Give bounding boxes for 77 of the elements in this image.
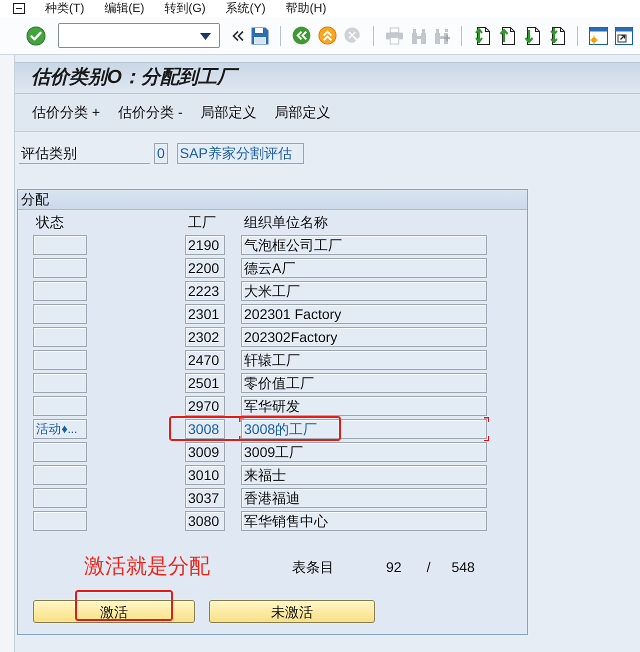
plant-name-field: 大米工厂	[241, 281, 487, 301]
plant-name-field: 202302Factory	[241, 327, 487, 347]
plant-name-field: 202301 Factory	[241, 304, 487, 324]
status-field[interactable]	[33, 304, 87, 324]
menu-item[interactable]: 系统(Y)	[226, 0, 266, 17]
plant-name-field: 来福士	[241, 465, 487, 485]
window-title: 估价类别O：分配到工厂	[15, 62, 640, 94]
status-field[interactable]	[33, 442, 87, 462]
menu-icon[interactable]	[13, 3, 25, 14]
plant-name-field: 气泡框公司工厂	[241, 235, 487, 255]
menu-item[interactable]: 编辑(E)	[104, 0, 144, 17]
plant-field: 2190	[185, 235, 225, 255]
entry-separator: /	[426, 558, 430, 576]
status-field[interactable]	[33, 488, 87, 508]
dropdown-caret-icon[interactable]	[200, 33, 211, 40]
status-field[interactable]	[33, 235, 87, 255]
valuation-category-field[interactable]: 0	[154, 143, 168, 164]
column-header: 组织单位名称	[243, 213, 329, 231]
description-field: SAP养家分割评估	[176, 143, 304, 164]
action-button[interactable]: 激活	[33, 600, 195, 623]
plant-field: 3037	[185, 488, 225, 508]
last-page-icon[interactable]	[548, 26, 566, 46]
plant-field: 2501	[185, 373, 225, 393]
command-field[interactable]	[58, 23, 220, 48]
group-box-title: 分配	[18, 190, 527, 210]
plant-field: 3008	[185, 419, 225, 439]
plant-field: 2301	[185, 304, 225, 324]
first-page-icon[interactable]	[473, 26, 491, 46]
plant-field: 3080	[185, 511, 225, 531]
status-field[interactable]	[33, 281, 87, 301]
status-field[interactable]	[33, 373, 87, 393]
menu-item[interactable]: 种类(T)	[45, 0, 84, 17]
plant-name-field: 军华销售中心	[241, 511, 487, 531]
plant-name-field: 香港福迪	[241, 488, 487, 508]
plant-field: 2970	[185, 396, 225, 416]
status-field[interactable]	[33, 350, 87, 370]
toolbar-button[interactable]: 局部定义	[200, 102, 257, 123]
status-field[interactable]	[33, 396, 87, 416]
plant-name-field: 3008的工厂	[241, 419, 487, 439]
column-header: 状态	[35, 213, 65, 231]
status-field[interactable]: 活动♦...	[33, 419, 87, 439]
back-icon[interactable]	[292, 26, 311, 45]
previous-page-icon[interactable]	[498, 26, 516, 46]
plant-field: 2200	[185, 258, 225, 278]
shortcut-window-icon[interactable]	[615, 26, 633, 44]
field-label: 评估类别	[19, 143, 150, 164]
status-field[interactable]	[33, 258, 87, 278]
annotation-text: 激活就是分配	[84, 554, 211, 580]
menu-item[interactable]: 帮助(H)	[286, 0, 326, 17]
double-chevron-left-icon[interactable]	[232, 30, 244, 42]
save-icon[interactable]	[251, 26, 269, 44]
next-page-icon[interactable]	[523, 26, 541, 46]
entry-total: 548	[451, 558, 475, 576]
menu-item[interactable]: 转到(G)	[164, 0, 206, 17]
plant-field: 2470	[185, 350, 225, 370]
status-field[interactable]	[33, 511, 87, 531]
column-header: 工厂	[187, 213, 217, 231]
check-icon[interactable]	[26, 26, 46, 46]
plant-field: 3010	[185, 465, 225, 485]
toolbar-button[interactable]: 局部定义	[274, 102, 331, 123]
plant-name-field: 轩辕工厂	[241, 350, 487, 370]
plant-name-field: 军华研发	[241, 396, 487, 416]
action-button[interactable]: 未激活	[209, 600, 375, 623]
toolbar-button[interactable]: 估价分类 +	[32, 102, 100, 123]
plant-field: 2302	[185, 327, 225, 347]
toolbar-button[interactable]: 估价分类 -	[118, 102, 183, 123]
status-field[interactable]	[33, 327, 87, 347]
entry-count-label: 表条目	[292, 558, 334, 576]
plant-field: 2223	[185, 281, 225, 301]
double-chevron-up-icon[interactable]	[318, 26, 337, 45]
entry-current: 92	[386, 558, 402, 576]
plant-name-field: 3009工厂	[241, 442, 487, 462]
new-window-icon[interactable]	[589, 26, 608, 44]
plant-name-field: 德云A厂	[241, 258, 487, 278]
plant-field: 3009	[185, 442, 225, 462]
plant-name-field: 零价值工厂	[241, 373, 487, 393]
status-field[interactable]	[33, 465, 87, 485]
